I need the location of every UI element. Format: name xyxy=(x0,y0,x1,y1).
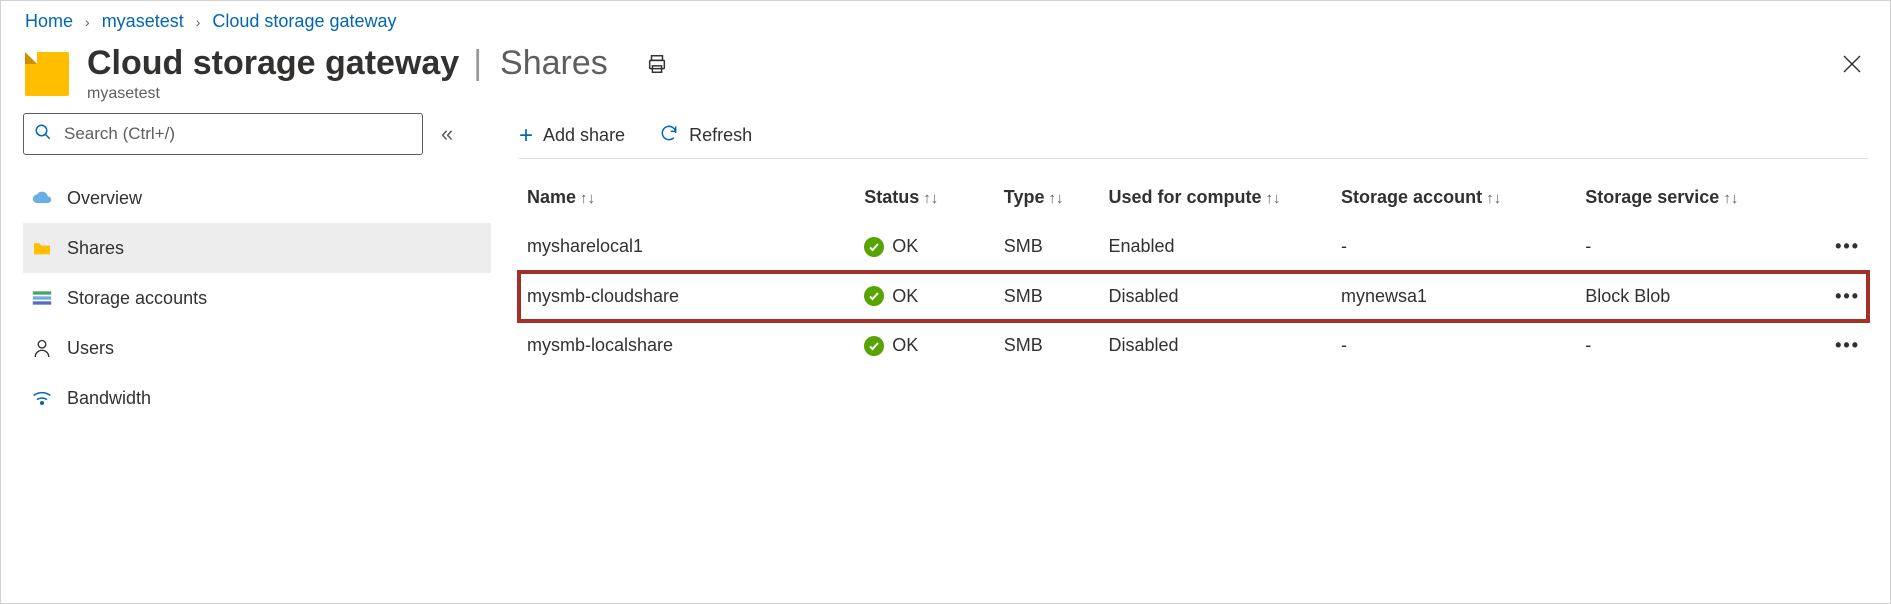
cell-compute: Disabled xyxy=(1100,321,1333,371)
title-separator: | xyxy=(473,44,482,83)
toolbar: + Add share Refresh xyxy=(519,113,1868,159)
cell-name: mysmb-localshare xyxy=(519,321,856,371)
table-row[interactable]: mysmb-cloudshareOKSMBDisabledmynewsa1Blo… xyxy=(519,272,1868,322)
wifi-icon xyxy=(31,390,53,406)
table-row[interactable]: mysmb-localshareOKSMBDisabled--••• xyxy=(519,321,1868,371)
cell-type: SMB xyxy=(996,321,1101,371)
cell-service: Block Blob xyxy=(1577,272,1798,322)
sidebar-item-overview[interactable]: Overview xyxy=(23,173,491,223)
row-context-menu[interactable]: ••• xyxy=(1798,272,1868,322)
page-section: Shares xyxy=(496,44,608,83)
sort-icon: ↑↓ xyxy=(1261,190,1280,207)
row-context-menu[interactable]: ••• xyxy=(1798,321,1868,371)
col-header-account[interactable]: Storage account↑↓ xyxy=(1333,177,1577,222)
col-header-name[interactable]: Name↑↓ xyxy=(519,177,856,222)
sidebar-item-label: Storage accounts xyxy=(67,288,207,309)
user-icon xyxy=(31,338,53,358)
row-context-menu[interactable]: ••• xyxy=(1798,222,1868,272)
breadcrumb-item-current[interactable]: Cloud storage gateway xyxy=(212,11,396,32)
shares-table: Name↑↓ Status↑↓ Type↑↓ Used for compute↑… xyxy=(519,177,1868,371)
sort-icon: ↑↓ xyxy=(1719,190,1738,207)
col-header-type[interactable]: Type↑↓ xyxy=(996,177,1101,222)
refresh-label: Refresh xyxy=(689,125,752,146)
close-button[interactable] xyxy=(1842,54,1862,79)
sort-icon: ↑↓ xyxy=(1044,190,1063,207)
col-header-service[interactable]: Storage service↑↓ xyxy=(1577,177,1798,222)
page-subtitle: myasetest xyxy=(87,85,668,103)
status-ok-icon xyxy=(864,237,884,257)
col-header-status[interactable]: Status↑↓ xyxy=(856,177,996,222)
folder-icon xyxy=(31,240,53,256)
cell-account: - xyxy=(1333,222,1577,272)
add-share-label: Add share xyxy=(543,125,625,146)
cell-status: OK xyxy=(856,222,996,272)
print-icon[interactable] xyxy=(646,53,668,75)
cell-service: - xyxy=(1577,222,1798,272)
refresh-icon xyxy=(659,123,679,148)
cell-type: SMB xyxy=(996,222,1101,272)
cell-name: mysmb-cloudshare xyxy=(519,272,856,322)
storage-icon xyxy=(31,290,53,306)
sidebar-item-shares[interactable]: Shares xyxy=(23,223,491,273)
sidebar-item-label: Bandwidth xyxy=(67,388,151,409)
add-share-button[interactable]: + Add share xyxy=(519,125,625,146)
status-ok-icon xyxy=(864,336,884,356)
sidebar-item-storage-accounts[interactable]: Storage accounts xyxy=(23,273,491,323)
search-icon xyxy=(34,123,52,146)
cell-type: SMB xyxy=(996,272,1101,322)
sort-icon: ↑↓ xyxy=(919,190,938,207)
cell-account: mynewsa1 xyxy=(1333,272,1577,322)
cell-account: - xyxy=(1333,321,1577,371)
sort-icon: ↑↓ xyxy=(1482,190,1501,207)
status-ok-icon xyxy=(864,286,884,306)
cell-compute: Disabled xyxy=(1100,272,1333,322)
collapse-sidebar-button[interactable]: « xyxy=(441,121,453,147)
chevron-right-icon: › xyxy=(196,14,201,30)
breadcrumb-item-resource[interactable]: myasetest xyxy=(102,11,184,32)
col-header-compute[interactable]: Used for compute↑↓ xyxy=(1100,177,1333,222)
cell-compute: Enabled xyxy=(1100,222,1333,272)
search-input[interactable] xyxy=(62,123,412,145)
cell-status: OK xyxy=(856,272,996,322)
folder-resource-icon xyxy=(25,52,69,96)
table-row[interactable]: mysharelocal1OKSMBEnabled--••• xyxy=(519,222,1868,272)
sort-icon: ↑↓ xyxy=(576,190,595,207)
sidebar-item-label: Shares xyxy=(67,238,124,259)
sidebar-item-users[interactable]: Users xyxy=(23,323,491,373)
page-title: Cloud storage gateway xyxy=(87,44,459,83)
cell-service: - xyxy=(1577,321,1798,371)
sidebar-item-label: Overview xyxy=(67,188,142,209)
sidebar-item-label: Users xyxy=(67,338,114,359)
cell-name: mysharelocal1 xyxy=(519,222,856,272)
refresh-button[interactable]: Refresh xyxy=(659,123,752,148)
chevron-right-icon: › xyxy=(85,14,90,30)
sidebar-item-bandwidth[interactable]: Bandwidth xyxy=(23,373,491,423)
breadcrumb-item-home[interactable]: Home xyxy=(25,11,73,32)
cell-status: OK xyxy=(856,321,996,371)
cloud-icon xyxy=(31,191,53,205)
breadcrumb: Home › myasetest › Cloud storage gateway xyxy=(1,1,1890,38)
search-input-container[interactable] xyxy=(23,113,423,155)
